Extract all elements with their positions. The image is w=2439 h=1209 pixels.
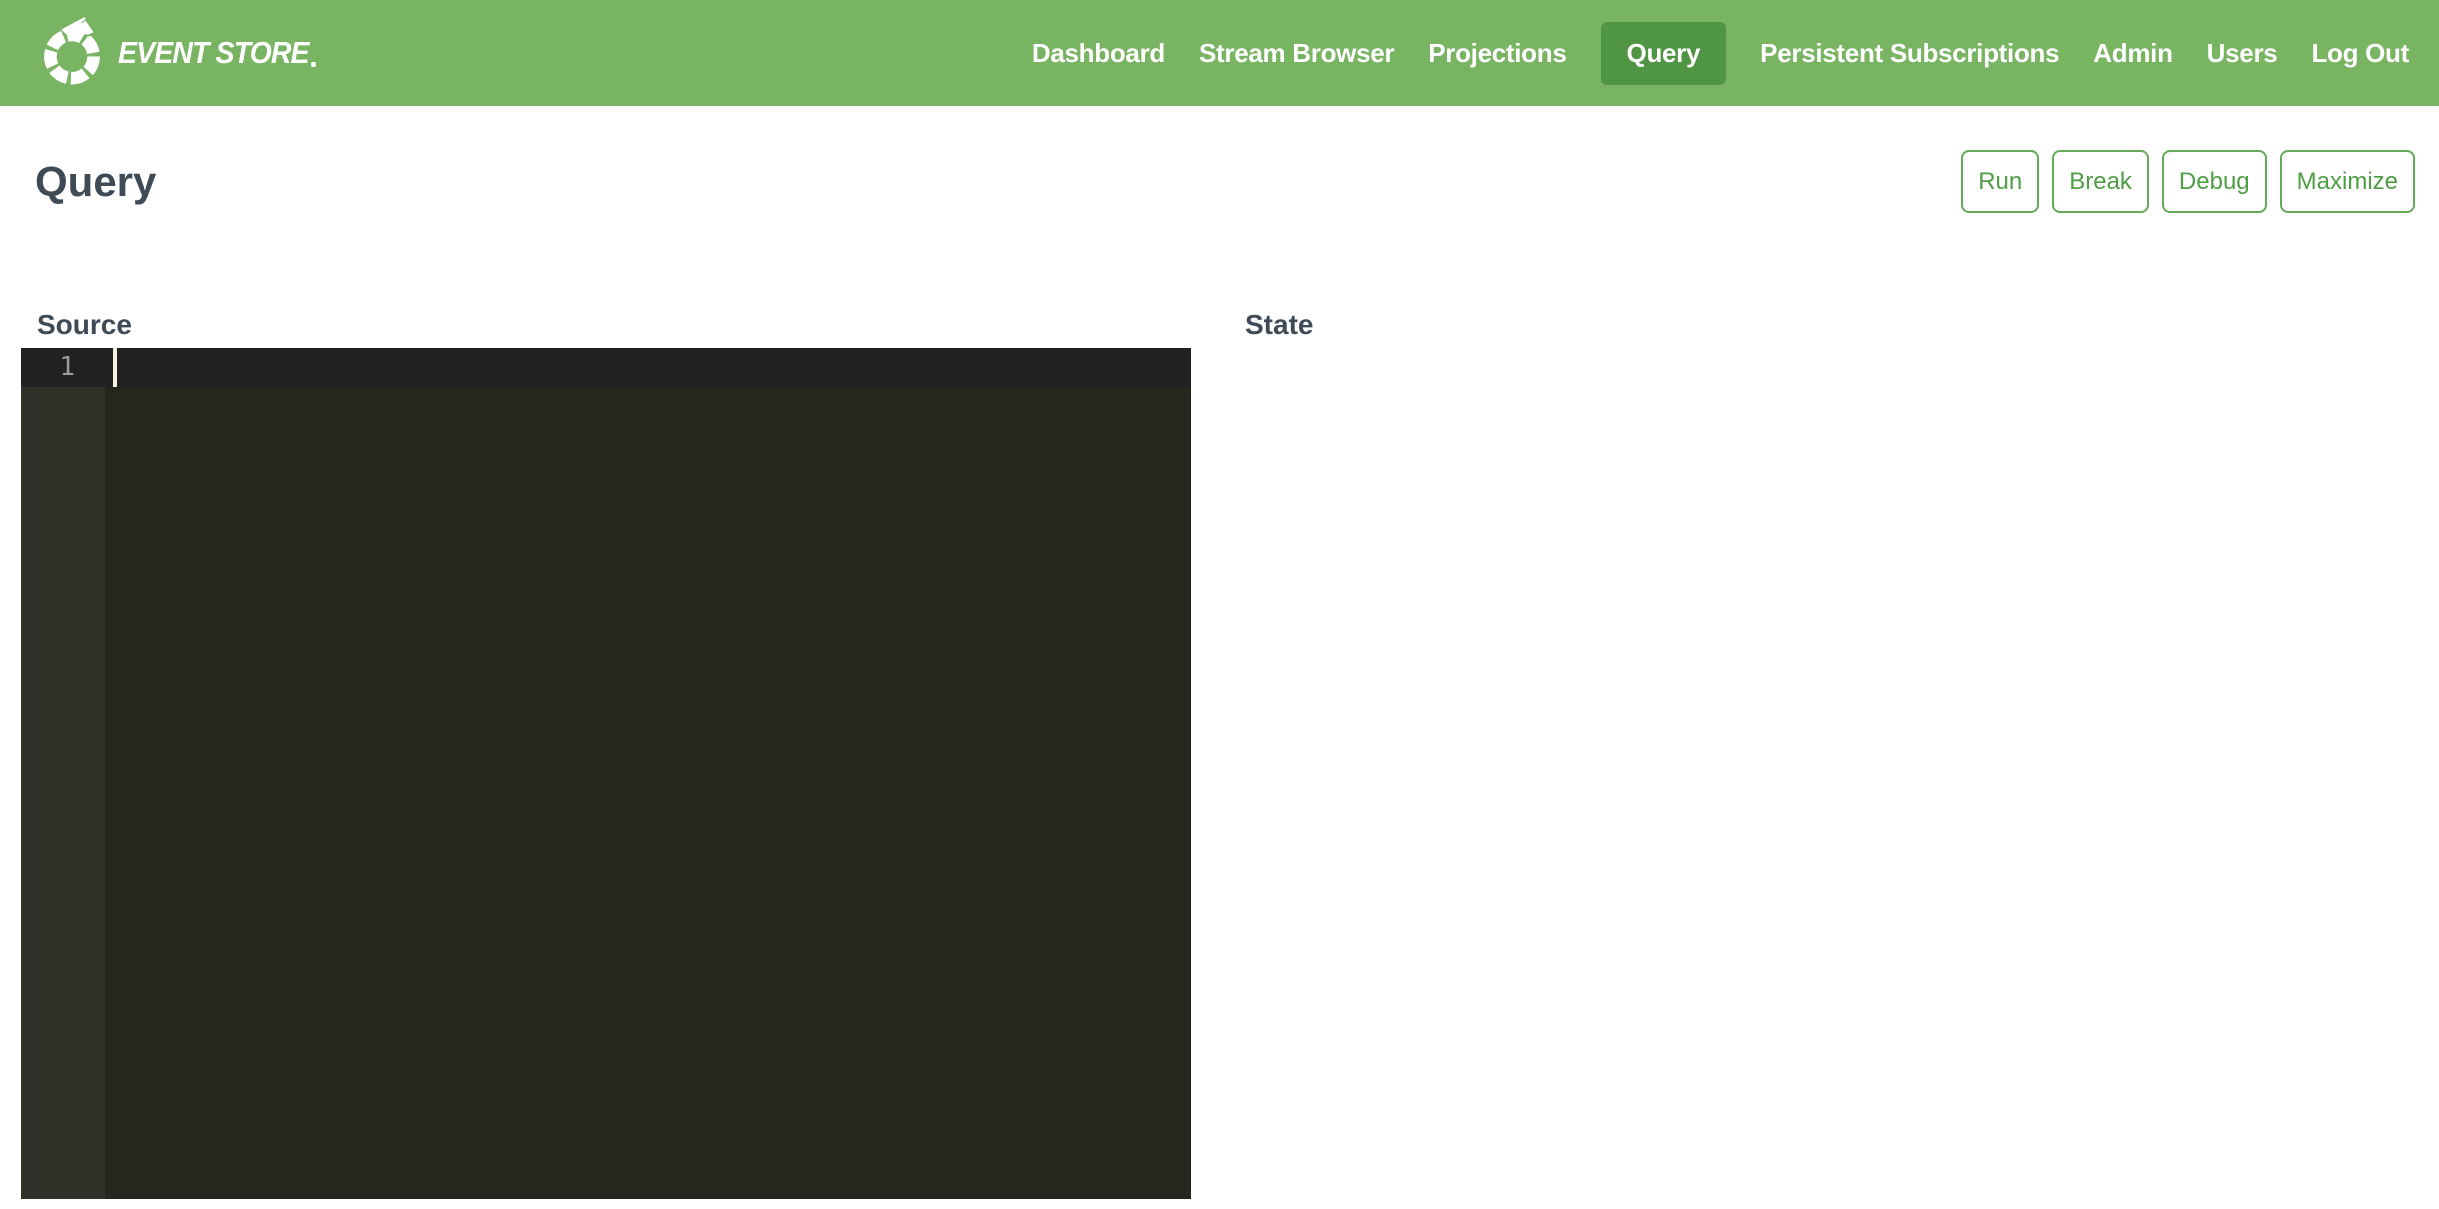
source-panel: Source 1 <box>21 308 1191 1199</box>
editor-line-number: 1 <box>21 348 105 387</box>
debug-button[interactable]: Debug <box>2162 150 2267 213</box>
query-toolbar: Run Break Debug Maximize <box>1961 150 2415 213</box>
page-header: Query Run Break Debug Maximize <box>35 150 2415 213</box>
query-page: Query Run Break Debug Maximize Source 1 … <box>0 150 2439 1199</box>
source-panel-label: Source <box>37 308 1191 342</box>
app-navbar: EVENT STORE Dashboard Stream Browser Pro… <box>0 0 2439 106</box>
nav-item-stream-browser[interactable]: Stream Browser <box>1199 22 1394 85</box>
break-button[interactable]: Break <box>2052 150 2149 213</box>
nav-item-admin[interactable]: Admin <box>2093 22 2172 85</box>
nav-items: Dashboard Stream Browser Projections Que… <box>1032 22 2409 85</box>
state-content <box>1245 348 2415 548</box>
event-store-logo-icon <box>36 14 108 92</box>
page-title: Query <box>35 161 156 203</box>
trademark-dot <box>311 62 316 67</box>
nav-item-projections[interactable]: Projections <box>1428 22 1566 85</box>
nav-item-persistent-subscriptions[interactable]: Persistent Subscriptions <box>1760 22 2059 85</box>
editor-gutter <box>21 348 105 1199</box>
brand-wordmark-text: EVENT STORE <box>118 35 309 71</box>
nav-item-users[interactable]: Users <box>2207 22 2278 85</box>
brand-wordmark: EVENT STORE <box>118 35 316 71</box>
state-panel-label: State <box>1245 308 2415 342</box>
nav-item-query[interactable]: Query <box>1601 22 1727 85</box>
editor-content <box>105 348 1191 1199</box>
query-source-editor[interactable]: 1 <box>21 348 1191 1199</box>
content-columns: Source 1 State <box>21 308 2415 1199</box>
nav-item-dashboard[interactable]: Dashboard <box>1032 22 1165 85</box>
event-store-logo[interactable]: EVENT STORE <box>36 14 333 92</box>
maximize-button[interactable]: Maximize <box>2280 150 2415 213</box>
run-button[interactable]: Run <box>1961 150 2039 213</box>
state-panel: State <box>1245 308 2415 1199</box>
nav-item-log-out[interactable]: Log Out <box>2311 22 2409 85</box>
